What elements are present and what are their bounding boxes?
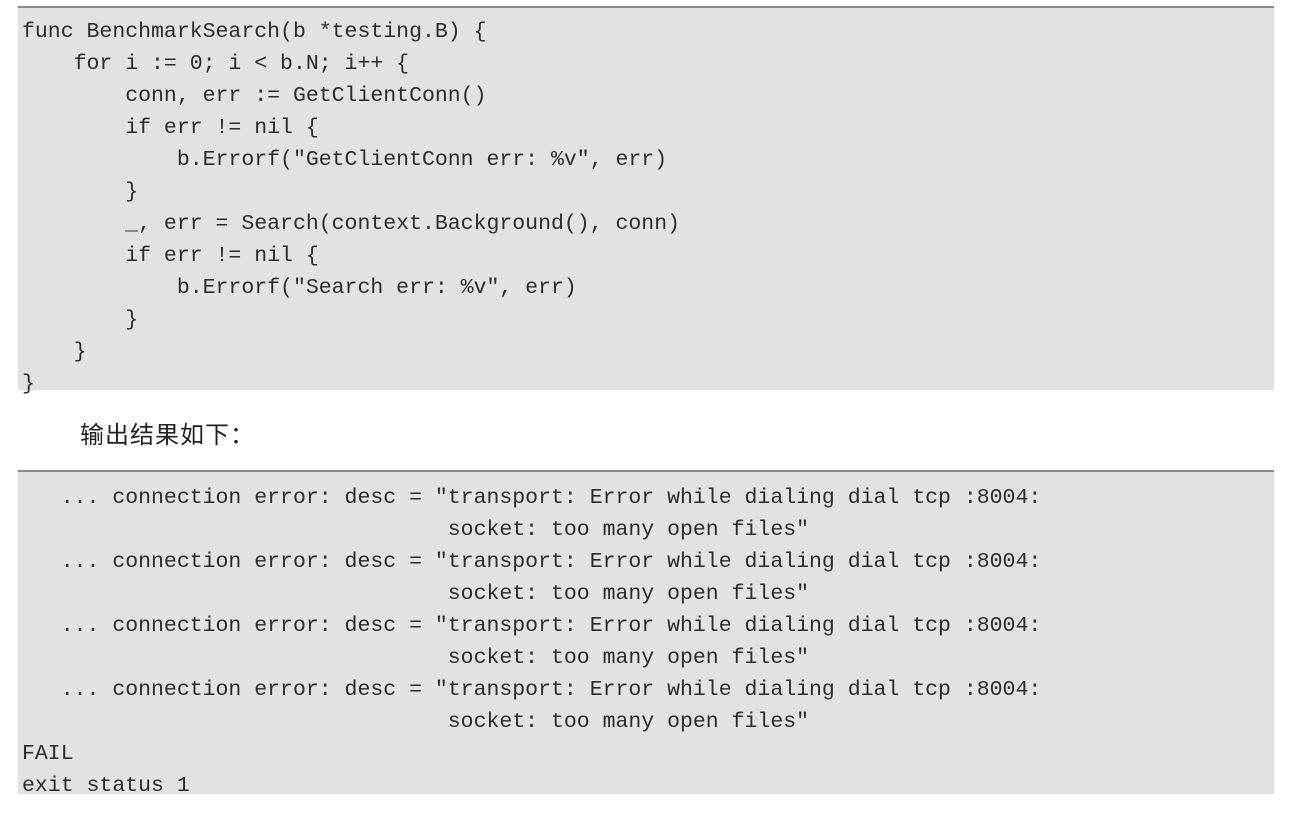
code-line: }	[22, 180, 139, 204]
code-line: _, err = Search(context.Background(), co…	[22, 212, 681, 236]
code-line: b.Errorf("Search err: %v", err)	[22, 276, 577, 300]
output-line: ... connection error: desc = "transport:…	[22, 550, 1042, 574]
output-caption: 输出结果如下：	[80, 421, 255, 449]
benchmark-code-block: func BenchmarkSearch(b *testing.B) { for…	[18, 6, 1274, 396]
output-line: socket: too many open files"	[22, 582, 810, 606]
output-line: socket: too many open files"	[22, 710, 810, 734]
output-line: socket: too many open files"	[22, 646, 810, 670]
code-line: for i := 0; i < b.N; i++ {	[22, 52, 410, 76]
code-line: conn, err := GetClientConn()	[22, 84, 487, 108]
code-line: if err != nil {	[22, 244, 319, 268]
output-line: ... connection error: desc = "transport:…	[22, 678, 1042, 702]
code-line: }	[22, 308, 139, 332]
output-line: ... connection error: desc = "transport:…	[22, 486, 1042, 510]
code-line: b.Errorf("GetClientConn err: %v", err)	[22, 148, 668, 172]
code-line: }	[22, 340, 87, 364]
document-page: func BenchmarkSearch(b *testing.B) { for…	[0, 0, 1289, 813]
code-line: }	[22, 372, 35, 396]
code-line: func BenchmarkSearch(b *testing.B) {	[22, 20, 487, 44]
output-line: socket: too many open files"	[22, 518, 810, 542]
code-line: if err != nil {	[22, 116, 319, 140]
output-line: ... connection error: desc = "transport:…	[22, 614, 1042, 638]
output-line: FAIL	[22, 742, 74, 766]
output-line: exit status 1	[22, 774, 190, 798]
output-code-block: ... connection error: desc = "transport:…	[18, 470, 1274, 798]
